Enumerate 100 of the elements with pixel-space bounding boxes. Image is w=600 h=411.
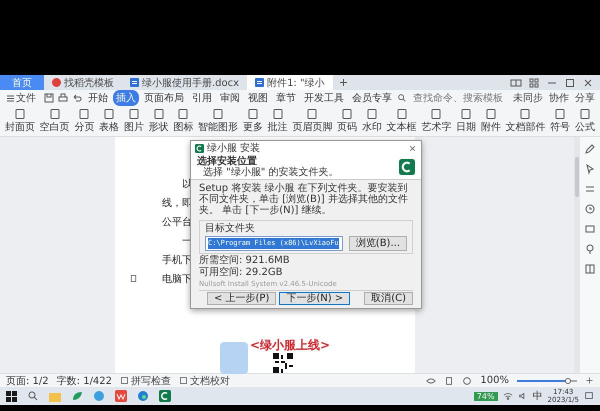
word-count: 字数: 1/422 (56, 374, 112, 388)
tab-app-icon (52, 78, 61, 87)
layout-icon[interactable] (510, 76, 522, 88)
scrollbar[interactable] (574, 137, 580, 373)
ribbon-tool[interactable]: 批注 (268, 108, 288, 134)
file-menu[interactable]: 文件 (4, 91, 38, 105)
ribbon-tool[interactable]: 智能图形 (198, 108, 238, 134)
app-logo-icon (195, 144, 204, 152)
page-count: 页面: 1/2 (6, 374, 49, 388)
ribbon-tool[interactable]: 形状 (148, 108, 169, 134)
ribbon-tab[interactable]: 开发工具 (301, 90, 347, 106)
square-icon (430, 108, 442, 120)
ribbon-tool[interactable]: 更多 (242, 108, 263, 134)
ribbon-tool[interactable]: 附件 (480, 108, 501, 134)
ribbon-tool[interactable]: 图标 (173, 108, 194, 134)
ribbon-tool[interactable]: 符号 (550, 108, 570, 134)
grid-icon[interactable] (528, 76, 540, 88)
app-logo-icon (399, 159, 415, 175)
square-icon (177, 108, 190, 120)
browser-icon[interactable] (137, 390, 149, 402)
qr-code-drawing (273, 353, 293, 373)
square-icon (103, 108, 116, 120)
ribbon-tab[interactable]: 页面布局 (141, 90, 187, 106)
dialog-message: Setup 将安装 绿小服 在下列文件夹。要安装到不同文件夹，单击 [浏览(B)] 并选择其他的文件夹。 单击 [下一步(N)] 继续。 (199, 183, 409, 216)
close-icon[interactable] (582, 76, 594, 88)
toolbar-action[interactable]: 未同步 (511, 91, 545, 105)
browse-button[interactable]: 浏览(B)... (348, 236, 407, 251)
square-icon (48, 108, 61, 120)
eye-icon[interactable] (426, 376, 436, 386)
dialog-button[interactable]: < 上一步(P) (206, 292, 276, 305)
ribbon-tool[interactable]: 页码 (337, 108, 358, 134)
square-icon (306, 108, 318, 120)
ribbon-tab[interactable]: 章节 (273, 90, 299, 106)
square-icon (554, 108, 566, 120)
square-icon (341, 108, 354, 120)
ribbon-tab[interactable]: 插入 (113, 90, 139, 106)
ribbon-tool[interactable]: 表格 (99, 108, 120, 134)
ribbon-tool[interactable]: 文本框 (386, 108, 417, 134)
ribbon-tool[interactable]: 日期 (456, 108, 476, 134)
pointer-icon[interactable] (584, 163, 596, 175)
battery-indicator[interactable]: 74% (474, 392, 498, 400)
toolbar-action[interactable]: 协作 (547, 91, 571, 105)
pin-icon[interactable] (584, 243, 596, 255)
dialog-title: 绿小服 安装 (207, 142, 260, 155)
maximize-icon[interactable] (564, 76, 576, 88)
zoom-level[interactable]: 100% (480, 375, 509, 386)
clock-icon[interactable] (584, 203, 596, 215)
ribbon-tool[interactable]: 封面页 (5, 108, 35, 134)
ribbon-tool[interactable]: 分页 (74, 108, 94, 134)
square-icon (78, 108, 90, 120)
ribbon-tool[interactable]: 水印 (362, 108, 382, 134)
square-icon (272, 108, 284, 120)
square-icon (396, 108, 408, 120)
ribbon-tool[interactable]: 页眉页脚 (292, 108, 332, 134)
ribbon-tab[interactable]: 视图 (245, 90, 271, 106)
ribbon-tab[interactable]: 会员专享 (349, 90, 395, 106)
space-info: 所需空间: 921.6MB (199, 255, 291, 266)
ribbon-tool[interactable]: 空白页 (40, 108, 70, 134)
windows-start-icon[interactable] (6, 390, 17, 402)
search-field[interactable]: 查找命令、搜索模板 (413, 92, 509, 104)
ribbon-tab[interactable]: 开始 (85, 90, 111, 106)
leaf-icon[interactable] (71, 390, 83, 402)
spell-check-button[interactable]: 拼写检查 (120, 374, 172, 388)
square-icon (14, 108, 26, 120)
document-text: 公平台 (162, 216, 192, 230)
dialog-subheading: 选择 "绿小服" 的安装文件夹。 (202, 167, 339, 178)
ribbon-tool[interactable]: 公式 (574, 108, 595, 134)
square-icon (578, 108, 591, 120)
plus-icon (338, 78, 348, 86)
menu-icon (6, 94, 15, 102)
office-app-icon[interactable] (115, 390, 127, 402)
ribbon-tab[interactable]: 审阅 (217, 90, 243, 106)
ribbon-tool[interactable]: 艺术字 (421, 108, 452, 134)
close-icon[interactable] (408, 144, 417, 152)
document-tab[interactable]: 绿小服使用手册.docx (122, 75, 248, 90)
wifi-icon[interactable] (502, 391, 513, 401)
space-info: 可用空间: 29.2GB (199, 267, 284, 278)
document-tab[interactable]: 附件1: "绿小 (247, 75, 333, 90)
search-icon[interactable] (27, 390, 39, 402)
plus-icon[interactable] (585, 376, 594, 385)
ribbon-tool[interactable]: 图片 (124, 108, 144, 134)
proofread-button[interactable]: 文档校对 (179, 374, 230, 388)
square-icon (484, 108, 497, 120)
book-icon[interactable] (584, 263, 596, 275)
save-icon[interactable] (43, 92, 55, 104)
ribbon-tab[interactable]: 引用 (189, 90, 215, 106)
input-method[interactable]: 中 (532, 389, 543, 403)
dialog-button[interactable]: 下一步(N) > (279, 292, 350, 305)
undo-icon[interactable] (71, 92, 83, 104)
page-view-icon[interactable] (444, 376, 454, 386)
square-icon (128, 108, 140, 120)
dialog-button[interactable]: 取消(C) (364, 292, 413, 305)
toolbar-action[interactable]: 分享 (573, 91, 597, 105)
square-icon (246, 108, 259, 120)
search-icon (397, 93, 407, 103)
print-icon[interactable] (57, 92, 69, 104)
document-tab[interactable]: 找稻壳模板 (44, 75, 122, 90)
pen-icon[interactable] (584, 143, 596, 155)
square-icon (366, 108, 378, 120)
ribbon-tool[interactable]: 文档部件 (505, 108, 546, 134)
